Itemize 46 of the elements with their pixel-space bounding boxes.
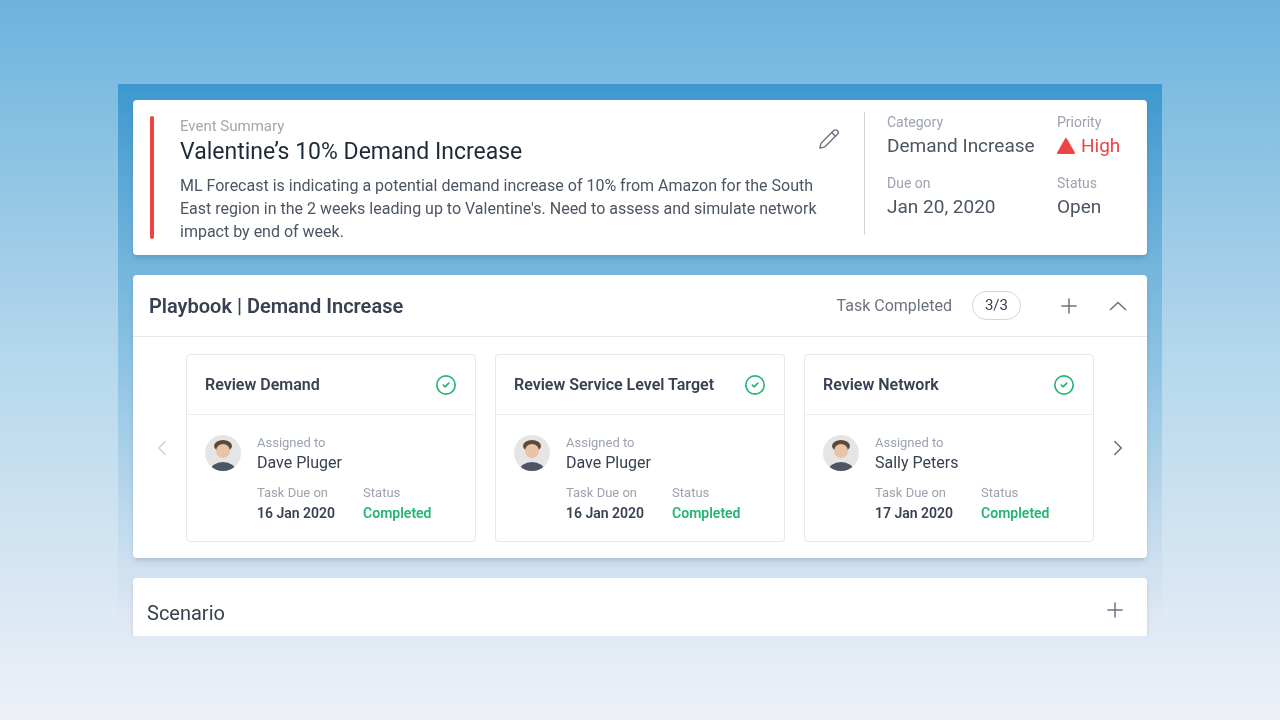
task-card[interactable]: Review Demand Assigned to Dave Pluger Task Due on 16 Jan 2020 Status Completed xyxy=(186,354,476,542)
field-label: Status xyxy=(1057,173,1099,193)
field-label: Priority xyxy=(1057,113,1103,132)
status-label: Status xyxy=(981,484,1020,502)
field-label: Due on xyxy=(887,173,932,193)
event-description: ML Forecast is indicating a potential demand increase of 10% from Amazon for the South East region in the 2 weeks leading up to Valentine's. Need to assess and simulate network impact by end of week. xyxy=(180,175,818,243)
status-value: Completed xyxy=(981,504,1050,523)
field-value: Jan 20, 2020 xyxy=(887,193,997,220)
avatar-icon xyxy=(823,435,859,471)
status-value: Completed xyxy=(672,504,741,523)
warning-triangle-icon xyxy=(1057,138,1075,155)
status-value: Completed xyxy=(363,504,432,523)
field-value: High xyxy=(1081,133,1121,159)
edit-button[interactable] xyxy=(818,128,840,150)
chevron-up-icon xyxy=(1109,300,1127,311)
due-date: 17 Jan 2020 xyxy=(875,504,954,523)
due-date: 16 Jan 2020 xyxy=(566,504,645,523)
field-label: Category xyxy=(887,113,945,132)
due-label: Task Due on xyxy=(257,484,330,502)
status-label: Status xyxy=(363,484,402,502)
field-value: Demand Increase xyxy=(887,133,1036,159)
task-title: Review Network xyxy=(823,373,939,396)
due-date: 16 Jan 2020 xyxy=(257,504,336,523)
task-title: Review Service Level Target xyxy=(514,373,715,396)
event-title: Valentine’s 10% Demand Increase xyxy=(180,137,523,167)
task-title: Review Demand xyxy=(205,373,320,396)
assignee-name: Sally Peters xyxy=(875,452,960,474)
task-card[interactable]: Review Service Level Target Assigned to Dave Pluger Task Due on 16 Jan 2020 Status Completed xyxy=(495,354,785,542)
assigned-label: Assigned to xyxy=(566,435,636,451)
field-value: Open xyxy=(1057,193,1103,220)
section-label: Event Summary xyxy=(180,116,286,136)
due-label: Task Due on xyxy=(875,484,948,502)
assigned-label: Assigned to xyxy=(875,435,945,451)
playbook-title: Playbook | Demand Increase xyxy=(149,292,405,320)
status-label: Status xyxy=(672,484,711,502)
assignee-name: Dave Pluger xyxy=(257,452,343,474)
assignee-name: Dave Pluger xyxy=(566,452,652,474)
due-label: Task Due on xyxy=(566,484,639,502)
collapse-button[interactable] xyxy=(1109,300,1127,311)
assigned-label: Assigned to xyxy=(257,435,327,451)
avatar-icon xyxy=(205,435,241,471)
progress-label: Task Completed xyxy=(836,294,952,317)
task-card[interactable]: Review Network Assigned to Sally Peters Task Due on 17 Jan 2020 Status Completed xyxy=(804,354,1094,542)
scenario-title: Scenario xyxy=(147,600,225,627)
pencil-icon xyxy=(818,128,840,150)
avatar-icon xyxy=(514,435,550,471)
